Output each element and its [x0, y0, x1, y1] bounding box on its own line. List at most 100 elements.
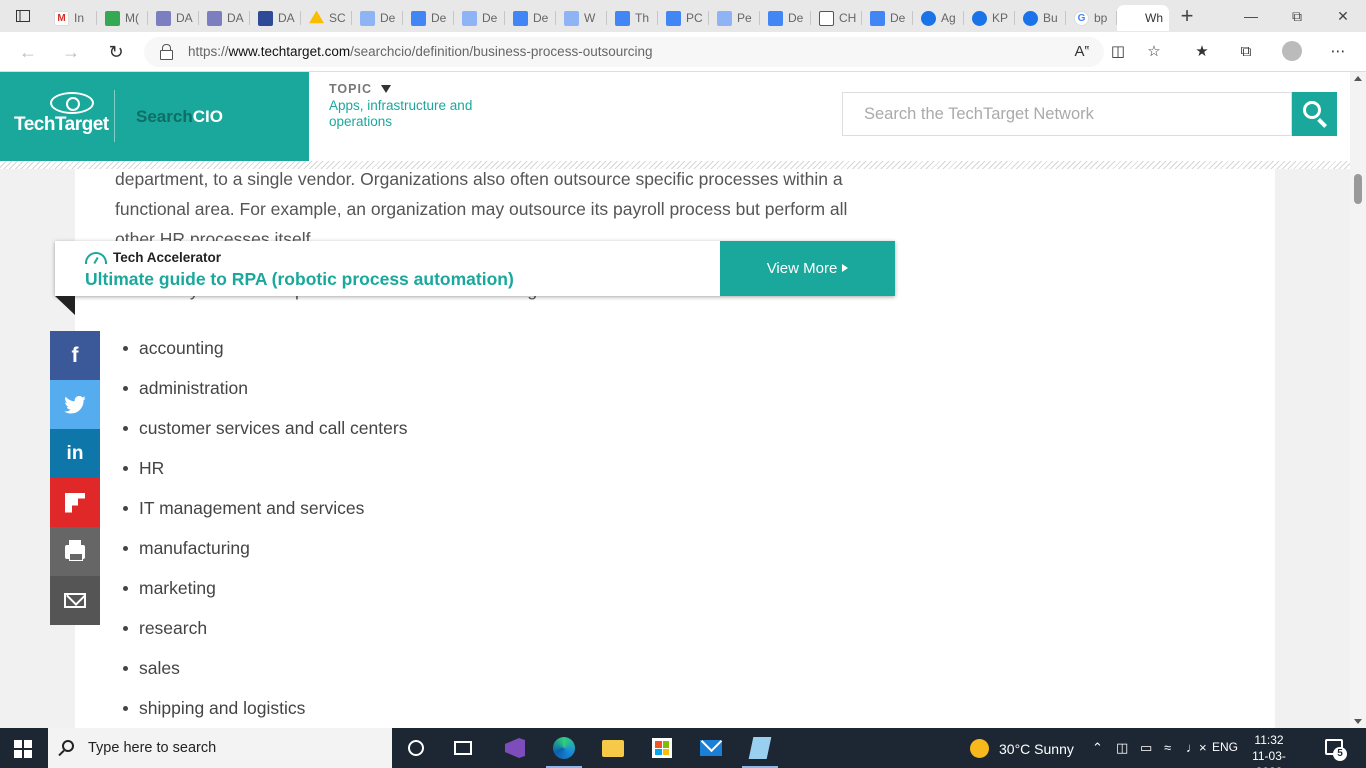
browser-tab[interactable]: M In — [46, 5, 97, 31]
topic-label[interactable]: TOPIC — [329, 82, 372, 96]
site-name-link[interactable]: SearchCIO — [136, 107, 223, 127]
site-search-button[interactable] — [1292, 92, 1337, 136]
topic-link[interactable]: Apps, infrastructure and operations — [329, 98, 499, 130]
topic-dropdown-icon[interactable] — [381, 85, 391, 93]
scroll-up-arrow-icon[interactable] — [1354, 76, 1362, 81]
minimize-button[interactable]: — — [1228, 0, 1274, 32]
file-explorer-app[interactable] — [600, 735, 626, 761]
browser-tab[interactable]: De — [760, 5, 811, 31]
settings-menu-icon[interactable]: ⋯ — [1327, 41, 1349, 63]
close-tab-icon[interactable]: ✕ — [1168, 10, 1169, 27]
list-item: shipping and logistics — [115, 696, 407, 728]
share-bar: f in — [50, 331, 100, 625]
browser-tab[interactable]: DA — [148, 5, 199, 31]
facebook-share-button[interactable]: f — [50, 331, 100, 380]
browser-tab[interactable]: De — [352, 5, 403, 31]
browser-tab[interactable]: PC — [658, 5, 709, 31]
task-view-icon — [454, 741, 472, 755]
browser-tab[interactable]: Pe — [709, 5, 760, 31]
linkedin-share-button[interactable]: in — [50, 429, 100, 478]
up-favicon-icon — [1023, 10, 1038, 26]
system-clock[interactable]: 11:32 11-03-2022 — [1248, 732, 1290, 768]
browser-tab[interactable]: De — [505, 5, 556, 31]
browser-tab[interactable]: SC — [301, 5, 352, 31]
battery-icon[interactable]: ▭ — [1140, 740, 1152, 756]
mail-app[interactable] — [698, 735, 724, 761]
sheets-favicon-icon — [105, 10, 120, 26]
weather-readout[interactable]: 30°C Sunny — [999, 741, 1074, 757]
browser-tab[interactable]: Bu — [1015, 5, 1066, 31]
show-hidden-icons-chevron-icon[interactable]: ⌃ — [1092, 740, 1103, 756]
browser-tab[interactable]: W — [556, 5, 607, 31]
browser-tab[interactable]: De — [454, 5, 505, 31]
url-text[interactable]: https://www.techtarget.com/searchcio/def… — [188, 44, 652, 59]
scroll-down-arrow-icon[interactable] — [1354, 719, 1362, 724]
browser-tab-label: M( — [125, 11, 139, 25]
accelerator-title-link[interactable]: Ultimate guide to RPA (robotic process a… — [85, 269, 514, 290]
list-item: customer services and call centers — [115, 416, 407, 456]
new-tab-button[interactable]: + — [1169, 0, 1205, 32]
browser-tab[interactable]: KP — [964, 5, 1015, 31]
list-item: administration — [115, 376, 407, 416]
browser-tab-label: DA — [227, 11, 244, 25]
view-more-button[interactable]: View More — [720, 241, 895, 296]
input-language[interactable]: ENG — [1212, 740, 1238, 754]
sun-weather-icon[interactable] — [970, 739, 989, 758]
browser-tab[interactable]: Wh ✕ — [1117, 5, 1169, 31]
url-field[interactable]: https://www.techtarget.com/searchcio/def… — [144, 37, 1104, 67]
browser-tab[interactable]: De — [862, 5, 913, 31]
techtarget-logo[interactable]: TechTarget SearchCIO — [0, 72, 309, 161]
meet-now-icon[interactable]: ◫ — [1116, 740, 1128, 756]
tab-actions-button[interactable] — [0, 0, 46, 32]
docs-light-favicon-icon — [462, 10, 477, 26]
browser-tab[interactable]: Gbp — [1066, 5, 1117, 31]
navy-favicon-icon — [258, 10, 273, 26]
microsoft-store-app[interactable] — [649, 735, 675, 761]
back-button[interactable]: ← — [16, 40, 40, 64]
profile-avatar[interactable] — [1282, 41, 1302, 61]
browser-tab-label: De — [533, 11, 549, 25]
windows-start-button[interactable] — [14, 740, 32, 758]
docs-light-favicon-icon — [717, 10, 732, 26]
add-favorite-icon[interactable]: ☆ — [1143, 41, 1165, 63]
immersive-reader-icon[interactable]: ◫ — [1107, 41, 1129, 63]
list-item: accounting — [115, 336, 407, 376]
volume-muted-icon[interactable]: ♩× — [1186, 740, 1207, 755]
browser-tab[interactable]: De — [403, 5, 454, 31]
browser-tab[interactable]: DA — [199, 5, 250, 31]
browser-tab[interactable]: CH — [811, 5, 862, 31]
task-view-button[interactable] — [450, 735, 476, 761]
cortana-button[interactable] — [403, 735, 429, 761]
browser-tab[interactable]: DA — [250, 5, 301, 31]
refresh-button[interactable]: ↻ — [104, 40, 128, 64]
print-button[interactable] — [50, 527, 100, 576]
favorites-icon[interactable]: ★ — [1191, 41, 1213, 63]
close-window-button[interactable]: ✕ — [1320, 0, 1366, 32]
browser-tab[interactable]: M( — [97, 5, 148, 31]
flipboard-share-button[interactable] — [50, 478, 100, 527]
tech-accelerator-banner[interactable]: Tech Accelerator Ultimate guide to RPA (… — [55, 241, 895, 296]
edge-app[interactable] — [551, 735, 577, 761]
browser-tab[interactable]: Ag — [913, 5, 964, 31]
read-aloud-icon[interactable]: A‟ — [1071, 41, 1093, 63]
restore-button[interactable]: ⧉ — [1274, 0, 1320, 32]
site-search-input[interactable] — [842, 92, 1292, 136]
docs-favicon-icon — [666, 10, 681, 26]
tab-strip: M In M(DA DA DA SC De De De De W Th PC Pe De CH De Ag KP Bu… — [0, 0, 1366, 32]
browser-tab-label: De — [431, 11, 447, 25]
notification-count-badge: 5 — [1333, 747, 1347, 761]
sticky-notes-app[interactable] — [747, 735, 773, 761]
taskbar-search-box[interactable]: Type here to search — [48, 728, 392, 768]
scrollbar-thumb[interactable] — [1354, 174, 1362, 204]
twitter-share-button[interactable] — [50, 380, 100, 429]
docs-favicon-icon — [411, 10, 426, 26]
collections-icon[interactable]: ⧉ — [1235, 41, 1257, 63]
wifi-icon[interactable]: ≈ — [1164, 740, 1171, 755]
page-scrollbar[interactable] — [1350, 72, 1366, 728]
email-share-button[interactable] — [50, 576, 100, 625]
browser-tab[interactable]: Th — [607, 5, 658, 31]
clock-time: 11:32 — [1254, 733, 1284, 747]
forward-button[interactable]: → — [59, 40, 83, 64]
visual-studio-app[interactable] — [502, 735, 528, 761]
play-arrow-icon — [842, 264, 849, 272]
